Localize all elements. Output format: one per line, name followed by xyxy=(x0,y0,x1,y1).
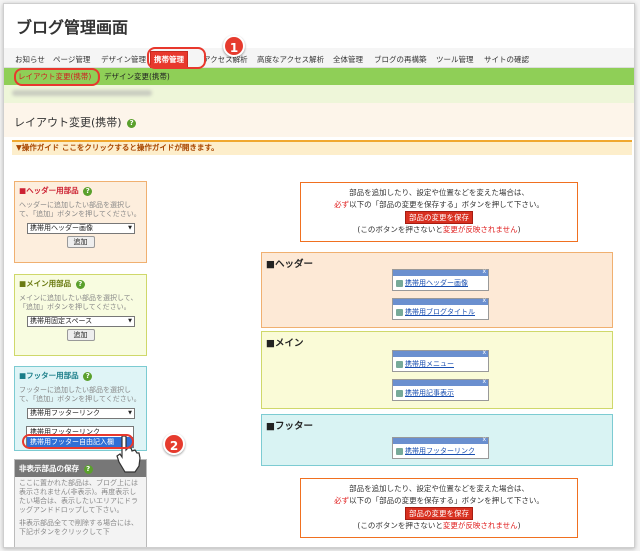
part-item[interactable]: x 携帯用ヘッダー画像 xyxy=(392,268,489,291)
header-add-button[interactable]: 追加 xyxy=(66,236,95,248)
main-nav: お知らせ ページ管理 デザイン管理 携帯管理 アクセス解析 高度なアクセス解析 … xyxy=(4,48,634,68)
notice-line2: 必ず以下の「部品の変更を保存する」ボタンを押して下さい。 xyxy=(301,199,577,211)
part-label[interactable]: 携帯用ブログタイトル xyxy=(393,305,488,319)
save-button-wrap: 部品の変更を保存 xyxy=(301,211,577,224)
save-parts-button[interactable]: 部品の変更を保存 xyxy=(405,211,473,224)
help-icon[interactable]: ? xyxy=(127,118,137,128)
highlight-oval-dropdown xyxy=(22,434,134,449)
help-icon[interactable]: ? xyxy=(83,371,93,381)
header-parts-desc: ヘッダーに追加したい部品を選択して、「追加」ボタンを押してください。 xyxy=(19,201,141,218)
part-label[interactable]: 携帯用フッターリンク xyxy=(393,444,488,458)
window: ブログ管理画面 お知らせ ページ管理 デザイン管理 携帯管理 アクセス解析 高度… xyxy=(3,3,635,548)
tab-global[interactable]: 全体管理 xyxy=(330,52,366,67)
footer-parts-title: ■フッター用部品 ? xyxy=(15,367,146,384)
tab-design[interactable]: デザイン管理 xyxy=(98,52,149,67)
close-icon[interactable]: x xyxy=(482,349,486,356)
part-label-text: 携帯用ブログタイトル xyxy=(405,308,475,316)
tab-site-check[interactable]: サイトの確認 xyxy=(481,52,532,67)
close-icon[interactable]: x xyxy=(482,378,486,385)
highlight-oval-tab xyxy=(147,47,206,69)
notice-line3-red: 変更が反映されません xyxy=(442,225,518,234)
notice-line3-red: 変更が反映されません xyxy=(442,521,518,530)
part-item[interactable]: x 携帯用メニュー xyxy=(392,349,489,372)
header-parts-panel: ■ヘッダー用部品 ? ヘッダーに追加したい部品を選択して、「追加」ボタンを押して… xyxy=(14,181,147,263)
footer-parts-title-text: ■フッター用部品 xyxy=(19,371,79,380)
main-parts-panel: ■メイン用部品 ? メインに追加したい部品を選択して、「追加」ボタンを押してくだ… xyxy=(14,274,147,356)
notice-line2-text: 以下の「部品の変更を保存する」ボタンを押して下さい。 xyxy=(349,496,544,505)
blurred-breadcrumb xyxy=(12,90,152,96)
close-icon[interactable]: x xyxy=(482,436,486,443)
main-parts-title-text: ■メイン用部品 xyxy=(19,279,72,288)
notice-must: 必ず xyxy=(334,496,350,505)
close-icon[interactable]: x xyxy=(482,297,486,304)
page-title-text: レイアウト変更(携帯) xyxy=(14,116,122,129)
notice-line3: (このボタンを押さないと変更が反映されません) xyxy=(301,520,577,532)
subtab-design[interactable]: デザイン変更(携帯) xyxy=(104,71,170,82)
notice-line3-post: ) xyxy=(517,521,521,530)
footer-zone: ■フッター x 携帯用フッターリンク xyxy=(261,414,613,466)
notice-line1: 部品を追加したり、設定や位置などを変えた場合は、 xyxy=(349,484,529,493)
step-badge-2: 2 xyxy=(163,433,185,455)
save-button-wrap: 部品の変更を保存 xyxy=(301,507,577,520)
notice-line3: (このボタンを押さないと変更が反映されません) xyxy=(301,224,577,236)
image-icon xyxy=(396,280,403,287)
tab-rebuild[interactable]: ブログの再構築 xyxy=(371,52,430,67)
operation-guide[interactable]: ▼操作ガイド ここをクリックすると操作ガイドが開きます。 xyxy=(12,140,632,155)
title-icon xyxy=(396,309,403,316)
menu-icon xyxy=(396,361,403,368)
part-label-text: 携帯用フッターリンク xyxy=(405,447,475,455)
main-zone-title: ■メイン xyxy=(266,338,304,349)
header-parts-title: ■ヘッダー用部品 ? xyxy=(15,182,146,199)
main-add-button[interactable]: 追加 xyxy=(66,329,95,341)
header-zone: ■ヘッダー x 携帯用ヘッダー画像 x 携帯用ブログタイトル xyxy=(261,252,613,328)
main-parts-select[interactable]: 携帯用固定スペース xyxy=(27,316,135,327)
footer-parts-select[interactable]: 携帯用フッターリンク xyxy=(27,408,135,419)
page-title: レイアウト変更(携帯) ? xyxy=(14,114,137,130)
notice-line3-pre: (このボタンを押さないと xyxy=(357,521,443,530)
main-parts-desc: メインに追加したい部品を選択して、「追加」ボタンを押してください。 xyxy=(19,294,138,311)
main-parts-title: ■メイン用部品 ? xyxy=(15,275,146,292)
tab-tools[interactable]: ツール管理 xyxy=(433,52,477,67)
hidden-parts-title-text: 非表示部品の保存 xyxy=(19,464,79,473)
part-label-text: 携帯用ヘッダー画像 xyxy=(405,279,468,287)
tab-advanced-access[interactable]: 高度なアクセス解析 xyxy=(254,52,327,67)
header-parts-title-text: ■ヘッダー用部品 xyxy=(19,186,79,195)
link-icon xyxy=(396,448,403,455)
close-icon[interactable]: x xyxy=(482,268,486,275)
footer-parts-desc: フッターに追加したい部品を選択して、「追加」ボタンを押してください。 xyxy=(19,386,141,403)
part-label-text: 携帯用記事表示 xyxy=(405,389,454,397)
notice-line3-pre: (このボタンを押さないと xyxy=(357,225,443,234)
part-item[interactable]: x 携帯用記事表示 xyxy=(392,378,489,401)
hidden-parts-desc2: 非表示部品全てで削除する場合には、下記ボタンをクリックして下 xyxy=(19,519,138,536)
part-item[interactable]: x 携帯用ブログタイトル xyxy=(392,297,489,320)
app-title: ブログ管理画面 xyxy=(16,18,129,37)
part-label-text: 携帯用メニュー xyxy=(405,360,454,368)
save-notice-bottom: 部品を追加したり、設定や位置などを変えた場合は、 必ず以下の「部品の変更を保存す… xyxy=(300,478,578,538)
part-label[interactable]: 携帯用メニュー xyxy=(393,357,488,371)
save-parts-button[interactable]: 部品の変更を保存 xyxy=(405,507,473,520)
highlight-oval-subtab xyxy=(14,68,100,86)
help-icon[interactable]: ? xyxy=(83,464,93,474)
footer-zone-title: ■フッター xyxy=(266,421,313,432)
save-notice-top: 部品を追加したり、設定や位置などを変えた場合は、 必ず以下の「部品の変更を保存す… xyxy=(300,182,578,242)
part-item[interactable]: x 携帯用フッターリンク xyxy=(392,436,489,459)
notice-line3-post: ) xyxy=(517,225,521,234)
step-badge-1: 1 xyxy=(223,35,245,57)
part-label[interactable]: 携帯用記事表示 xyxy=(393,386,488,400)
help-icon[interactable]: ? xyxy=(83,186,93,196)
notice-line2-text: 以下の「部品の変更を保存する」ボタンを押して下さい。 xyxy=(349,200,544,209)
hidden-parts-desc: ここに置かれた部品は、ブログ上には表示されません(非表示)。再度表示したい場合は… xyxy=(19,479,138,514)
part-label[interactable]: 携帯用ヘッダー画像 xyxy=(393,276,488,290)
header-parts-select[interactable]: 携帯用ヘッダー画像 xyxy=(27,223,135,234)
main-zone: ■メイン x 携帯用メニュー x 携帯用記事表示 xyxy=(261,331,613,409)
help-icon[interactable]: ? xyxy=(75,279,85,289)
article-icon xyxy=(396,390,403,397)
notice-line1: 部品を追加したり、設定や位置などを変えた場合は、 xyxy=(349,188,529,197)
notice-must: 必ず xyxy=(334,200,350,209)
tab-pages[interactable]: ページ管理 xyxy=(50,52,93,67)
notice-line2: 必ず以下の「部品の変更を保存する」ボタンを押して下さい。 xyxy=(301,495,577,507)
tab-access[interactable]: アクセス解析 xyxy=(200,52,251,67)
tab-news[interactable]: お知らせ xyxy=(12,52,48,67)
